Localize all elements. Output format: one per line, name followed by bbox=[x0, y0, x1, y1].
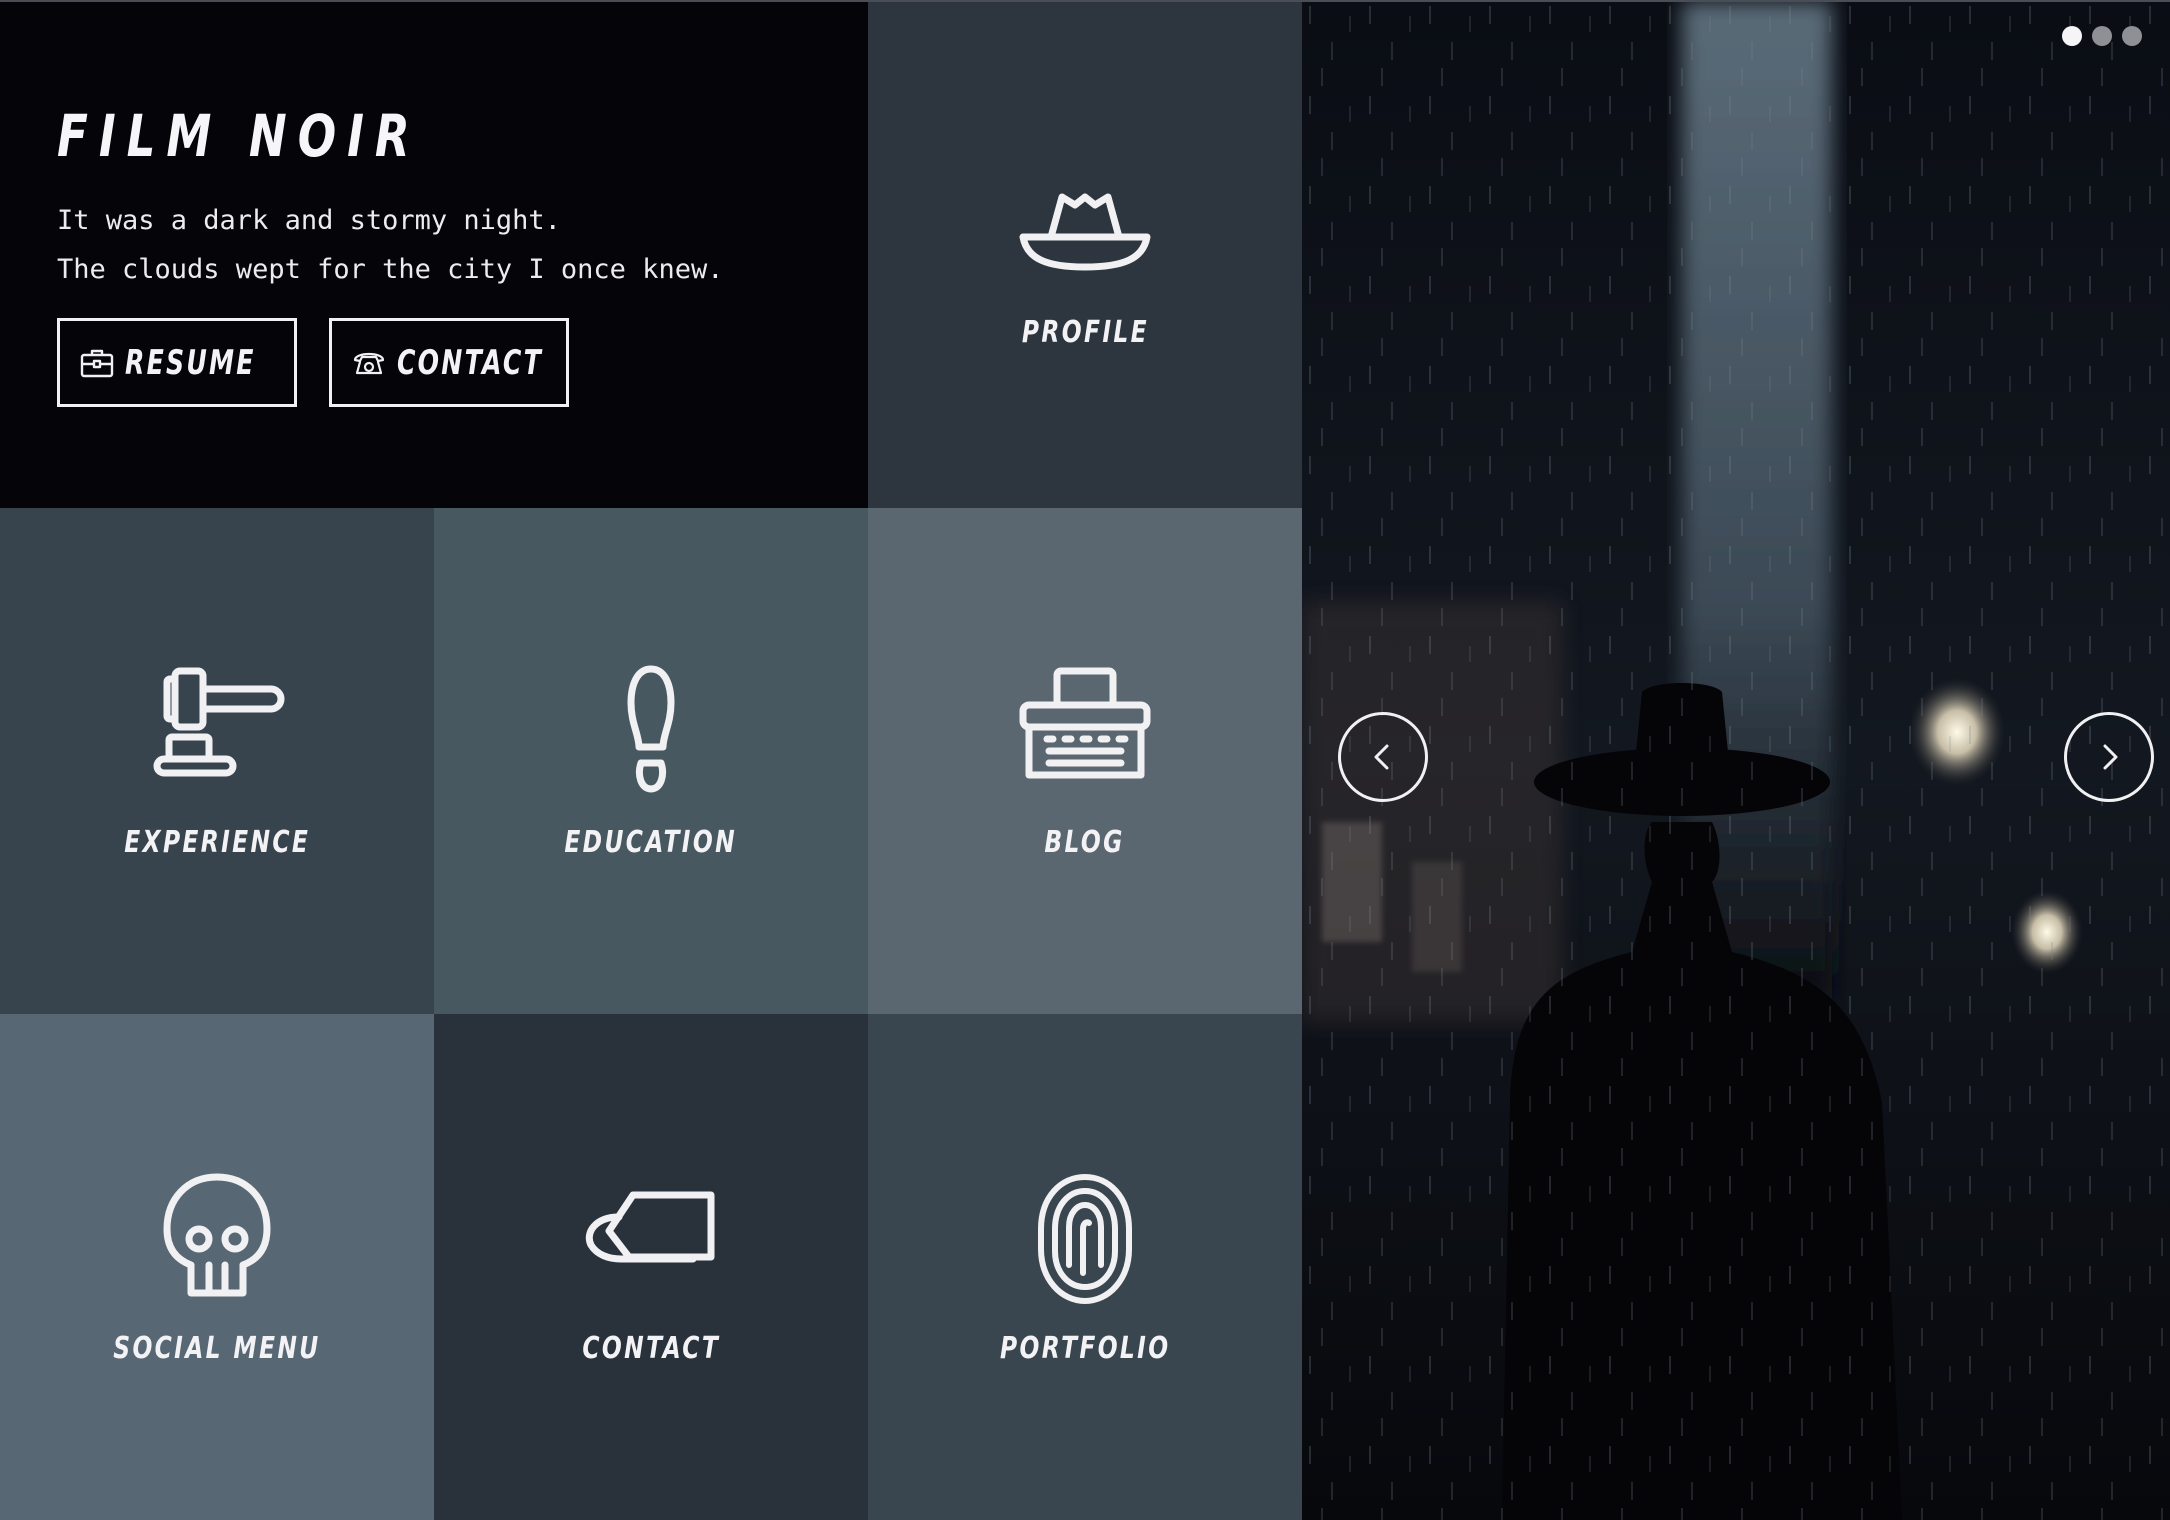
intro-line-1: It was a dark and stormy night. bbox=[57, 205, 561, 236]
slider-next-button[interactable] bbox=[2064, 712, 2154, 802]
tile-portfolio-label: PORTFOLIO bbox=[999, 1330, 1171, 1366]
intro-line-2: The clouds wept for the city I once knew… bbox=[57, 254, 724, 285]
tile-grid: FILM NOIR It was a dark and stormy night… bbox=[0, 2, 1302, 1520]
briefcase-icon bbox=[79, 345, 115, 381]
resume-button[interactable]: RESUME bbox=[57, 318, 297, 407]
slider-dot-3[interactable] bbox=[2122, 26, 2142, 46]
tile-experience-label: EXPERIENCE bbox=[123, 824, 311, 860]
noir-photo bbox=[1302, 2, 2170, 1520]
typewriter-icon bbox=[1015, 663, 1155, 803]
tile-social-menu-label: SOCIAL MENU bbox=[113, 1330, 321, 1366]
tile-education[interactable]: EDUCATION bbox=[434, 508, 868, 1014]
rotary-phone-icon bbox=[351, 345, 387, 381]
slider-dot-2[interactable] bbox=[2092, 26, 2112, 46]
tile-contact-label: CONTACT bbox=[582, 1330, 720, 1366]
tile-profile-label: PROFILE bbox=[1021, 314, 1149, 350]
fingerprint-icon bbox=[1015, 1169, 1155, 1309]
tile-education-label: EDUCATION bbox=[564, 824, 738, 860]
contact-button[interactable]: CONTACT bbox=[329, 318, 569, 407]
skull-icon bbox=[147, 1169, 287, 1309]
resume-button-label: RESUME bbox=[125, 342, 256, 383]
fedora-hat-icon bbox=[1015, 161, 1155, 301]
tile-blog[interactable]: BLOG bbox=[868, 508, 1302, 1014]
tile-experience[interactable]: EXPERIENCE bbox=[0, 508, 434, 1014]
tag-icon bbox=[581, 1169, 721, 1309]
photo-slider bbox=[1302, 2, 2170, 1520]
slider-dots bbox=[2062, 26, 2142, 46]
intro-text: It was a dark and stormy night. The clou… bbox=[57, 196, 868, 294]
tile-profile[interactable]: PROFILE bbox=[868, 2, 1302, 508]
top-border bbox=[0, 0, 2170, 2]
tile-blog-label: BLOG bbox=[1044, 824, 1126, 860]
footprint-icon bbox=[581, 663, 721, 803]
chevron-left-icon bbox=[1365, 739, 1401, 775]
tile-portfolio[interactable]: PORTFOLIO bbox=[868, 1014, 1302, 1520]
slider-dot-1[interactable] bbox=[2062, 26, 2082, 46]
slider-prev-button[interactable] bbox=[1338, 712, 1428, 802]
tile-social-menu[interactable]: SOCIAL MENU bbox=[0, 1014, 434, 1520]
site-title: FILM NOIR bbox=[57, 102, 421, 170]
intro-buttons: RESUME CONTACT bbox=[57, 318, 868, 407]
page: FILM NOIR It was a dark and stormy night… bbox=[0, 0, 2170, 1520]
tile-contact[interactable]: CONTACT bbox=[434, 1014, 868, 1520]
intro-panel: FILM NOIR It was a dark and stormy night… bbox=[0, 2, 868, 508]
gavel-icon bbox=[147, 663, 287, 803]
chevron-right-icon bbox=[2091, 739, 2127, 775]
contact-button-label: CONTACT bbox=[397, 342, 543, 383]
